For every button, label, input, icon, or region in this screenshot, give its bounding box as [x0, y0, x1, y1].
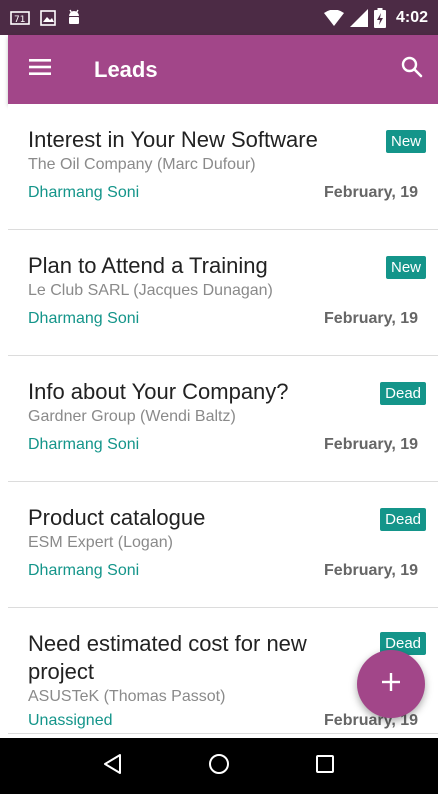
lead-title: Info about Your Company? [28, 379, 289, 404]
status-right-icons: 4:02 [323, 7, 428, 28]
battery-icon [373, 7, 386, 28]
status-bar: 71 4:02 [0, 0, 438, 35]
app-bar: Leads [8, 35, 438, 104]
lead-stage-badge: New [385, 130, 426, 153]
signal-icon [349, 8, 368, 27]
home-icon [208, 753, 230, 780]
search-icon [401, 56, 423, 83]
status-left-icons: 71 [10, 9, 82, 27]
lead-list-item[interactable]: Plan to Attend a Training Le Club SARL (… [8, 230, 438, 356]
recents-icon [315, 754, 335, 779]
search-button[interactable] [384, 35, 438, 104]
lead-stage-badge: New [385, 256, 426, 279]
menu-button[interactable] [8, 35, 72, 104]
page-title: Leads [94, 56, 158, 82]
sim-card-icon: 71 [10, 10, 30, 25]
lead-salesperson: Dharmang Soni [28, 562, 140, 579]
lead-title: Plan to Attend a Training [28, 253, 268, 278]
image-icon [40, 9, 56, 26]
recents-button[interactable] [300, 741, 350, 791]
lead-list-item[interactable]: Interest in Your New Software The Oil Co… [8, 104, 438, 230]
system-nav-bar [0, 738, 438, 794]
lead-salesperson: Dharmang Soni [28, 184, 140, 201]
lead-stage-badge: Dead [380, 508, 426, 531]
lead-date: February, 19 [324, 184, 418, 201]
back-icon [102, 753, 124, 780]
wifi-icon [323, 9, 344, 26]
lead-date: February, 19 [324, 436, 418, 453]
lead-date: February, 19 [324, 562, 418, 579]
plus-icon [381, 672, 401, 697]
lead-salesperson: Dharmang Soni [28, 310, 140, 327]
svg-text:71: 71 [14, 15, 25, 25]
android-icon [66, 9, 82, 27]
lead-company: Le Club SARL (Jacques Dunagan) [28, 282, 273, 299]
lead-company: The Oil Company (Marc Dufour) [28, 156, 256, 173]
lead-salesperson: Unassigned [28, 712, 113, 729]
lead-company: Gardner Group (Wendi Baltz) [28, 408, 236, 425]
home-button[interactable] [194, 741, 244, 791]
lead-title: Product catalogue [28, 505, 206, 530]
lead-company: ESM Expert (Logan) [28, 534, 173, 551]
lead-date: February, 19 [324, 310, 418, 327]
lead-salesperson: Dharmang Soni [28, 436, 140, 453]
lead-list[interactable]: Interest in Your New Software The Oil Co… [8, 104, 438, 738]
lead-list-item[interactable]: Info about Your Company? Gardner Group (… [8, 356, 438, 482]
lead-list-item[interactable]: Product catalogue ESM Expert (Logan) Dha… [8, 482, 438, 608]
lead-title: Interest in Your New Software [28, 127, 318, 152]
hamburger-menu-icon [29, 59, 51, 80]
back-button[interactable] [88, 741, 138, 791]
lead-stage-badge: Dead [380, 382, 426, 405]
status-time: 4:02 [395, 8, 428, 26]
add-lead-button[interactable] [357, 650, 425, 718]
